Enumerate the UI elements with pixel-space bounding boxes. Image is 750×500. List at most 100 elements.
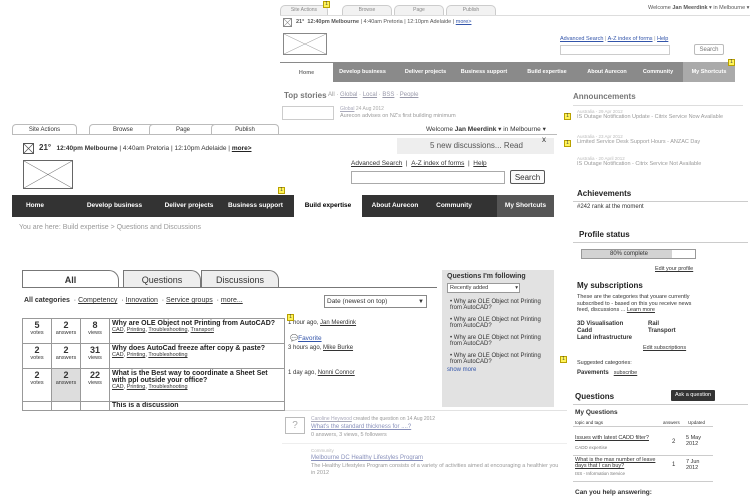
all-categories[interactable]: All categories xyxy=(24,297,70,304)
my-question-row[interactable]: Issues with latest CADD filter? CADD exp… xyxy=(573,435,713,455)
category-competency[interactable]: Competency xyxy=(78,297,117,304)
question-title[interactable]: Why are OLE Object not Printing from Aut… xyxy=(112,320,275,327)
subscribe-link[interactable]: subscribe xyxy=(614,370,638,376)
bg-filter-bss[interactable]: BSS xyxy=(382,92,394,98)
tag-link[interactable]: CAD xyxy=(112,384,124,390)
following-item[interactable]: • Why are OLE Object not Printing from A… xyxy=(447,353,549,365)
bg-tab-browse[interactable]: Browse xyxy=(342,5,392,15)
following-item[interactable]: • Why are OLE Object not Printing from A… xyxy=(447,299,549,311)
subscription-item[interactable]: Land infrastructure xyxy=(577,335,632,342)
can-help-title: Can you help answering: xyxy=(575,489,652,496)
bg-az-link[interactable]: A-Z index of forms xyxy=(608,36,653,42)
bg-tab-page[interactable]: Page xyxy=(394,5,444,15)
edit-profile-link[interactable]: Edit your profile xyxy=(655,266,693,272)
search-input[interactable] xyxy=(351,171,505,184)
learn-more-link[interactable]: Learn more xyxy=(627,307,655,313)
show-more-link[interactable]: show more xyxy=(447,367,549,372)
bg-tab-publish[interactable]: Publish xyxy=(446,5,496,15)
search-button[interactable]: Search xyxy=(510,170,545,184)
my-question-title[interactable]: Issues with latest CADD filter? xyxy=(575,435,660,441)
welcome-user[interactable]: Welcome Jan Meerdink ▾ in Melbourne ▾ xyxy=(426,125,546,133)
bg-nav-expertise[interactable]: Build expertise xyxy=(518,62,576,82)
table-row[interactable]: 5 votes 2 answers 8 views Why are OLE Objec… xyxy=(22,318,399,344)
tag-link[interactable]: Transport xyxy=(191,327,214,333)
tag-link[interactable]: Printing xyxy=(127,384,146,390)
tag-link[interactable]: Troubleshooting xyxy=(148,352,187,358)
announcement-item[interactable]: Australia - 20 April 2012 IS Outage Noti… xyxy=(577,156,737,167)
subscription-item[interactable]: Rail xyxy=(648,321,676,328)
nav-deliver-projects[interactable]: Deliver projects xyxy=(159,195,219,217)
tab-questions[interactable]: Questions xyxy=(123,270,201,288)
announcement-item[interactable]: Australia - 29 Apr 2012 IS Outage Notifi… xyxy=(577,109,737,120)
table-row[interactable]: 2 votes 2 answers 31 views Why does AutoCad… xyxy=(22,343,399,369)
more-link[interactable]: more> xyxy=(232,145,252,152)
nav-community[interactable]: Community xyxy=(428,195,480,217)
subscription-item[interactable]: 3D Visualisation xyxy=(577,321,632,328)
bg-filter-global[interactable]: Global xyxy=(340,92,357,98)
bg-more-link[interactable]: more> xyxy=(456,19,472,25)
tag-link[interactable]: CAD xyxy=(112,327,124,333)
bg-help-link[interactable]: Help xyxy=(657,36,668,42)
following-item[interactable]: • Why are OLE Object not Printing from A… xyxy=(447,317,549,329)
bg-tab-site-actions[interactable]: Site Actions xyxy=(280,5,328,15)
favorite-button[interactable]: 💬Favorite xyxy=(290,334,322,342)
tag-link[interactable]: Printing xyxy=(127,352,146,358)
my-question-title[interactable]: What is the max number of leave days tha… xyxy=(575,457,660,469)
advanced-search-link[interactable]: Advanced Search xyxy=(351,160,402,167)
table-row[interactable]: This is a discussion xyxy=(22,401,399,411)
question-title[interactable]: What is the Best way to coordinate a She… xyxy=(112,370,268,384)
nav-about-aurecon[interactable]: About Aurecon xyxy=(365,195,425,217)
close-icon[interactable]: x xyxy=(542,135,546,144)
ask-question-button[interactable]: Ask a question xyxy=(671,390,716,401)
nav-build-expertise[interactable]: Build expertise xyxy=(294,194,362,218)
announcement-item[interactable]: Australia - 23 Apr 2012 Limited Service … xyxy=(577,134,737,145)
table-row[interactable]: 2 votes 2 answers 22 views What is the Best… xyxy=(22,368,399,402)
bg-nav-about[interactable]: About Aurecon xyxy=(580,62,634,82)
bg-nav-support[interactable]: Business support xyxy=(455,62,513,82)
bg-filter-local[interactable]: Local xyxy=(363,92,377,98)
tab-all[interactable]: All xyxy=(22,270,119,288)
bg-search-input[interactable] xyxy=(560,45,670,55)
nav-my-shortcuts[interactable]: My Shortcuts xyxy=(497,195,554,217)
following-item[interactable]: • Why are OLE Object not Printing from A… xyxy=(447,335,549,347)
discussions-banner[interactable]: 5 new discussions... Read xyxy=(397,138,554,154)
bg-nav-community[interactable]: Community xyxy=(635,62,681,82)
help-link[interactable]: Help xyxy=(473,160,486,167)
feed-user-link[interactable]: Caroline Heywood xyxy=(311,416,352,422)
subscription-item[interactable]: Cadd xyxy=(577,328,632,335)
az-index-link[interactable]: A-Z index of forms xyxy=(411,160,464,167)
edit-subscriptions-link[interactable]: Edit subscriptions xyxy=(643,345,686,351)
subscription-item[interactable]: Transport xyxy=(648,328,676,335)
nav-business-support[interactable]: Business support xyxy=(223,195,288,217)
author-link[interactable]: Mike Burke xyxy=(323,345,353,351)
category-more[interactable]: more... xyxy=(221,297,243,304)
bg-search-button[interactable]: Search xyxy=(694,44,724,55)
tag-link[interactable]: Printing xyxy=(127,327,146,333)
feed-item-title[interactable]: Melbourne DC Healthy Lifestyles Program xyxy=(311,455,423,461)
category-service-groups[interactable]: Service groups xyxy=(166,297,213,304)
following-filter-select[interactable]: Recently added ▾ xyxy=(447,283,520,293)
author-link[interactable]: Nonni Connor xyxy=(318,370,355,376)
main-nav: Home Develop business Deliver projects B… xyxy=(12,194,554,218)
tag-link[interactable]: CAD xyxy=(112,352,124,358)
tag-link[interactable]: Troubleshooting xyxy=(148,384,187,390)
tab-discussions[interactable]: Discussions xyxy=(201,270,279,288)
question-title[interactable]: This is a discussion xyxy=(112,403,179,410)
my-question-answers: 2 xyxy=(672,439,676,445)
feed-item-title[interactable]: What's the standard thickness for ....? xyxy=(311,424,411,430)
nav-develop-business[interactable]: Develop business xyxy=(77,195,152,217)
category-innovation[interactable]: Innovation xyxy=(126,297,158,304)
bg-story-headline[interactable]: Aurecon advises on NZ's first building m… xyxy=(340,113,456,119)
tag-link[interactable]: Troubleshooting xyxy=(148,327,187,333)
nav-home[interactable]: Home xyxy=(12,195,58,217)
bg-nav-deliver[interactable]: Deliver projects xyxy=(398,62,453,82)
bg-filter-people[interactable]: People xyxy=(400,92,419,98)
bg-story-tag[interactable]: Global xyxy=(340,106,354,112)
bg-nav-develop[interactable]: Develop business xyxy=(335,62,390,82)
sort-select[interactable]: Date (newest on top) ▼ xyxy=(324,295,427,308)
question-title[interactable]: Why does AutoCad freeze after copy & pas… xyxy=(112,345,265,352)
author-link[interactable]: Jan Meerdink xyxy=(320,320,356,326)
my-question-row[interactable]: What is the max number of leave days tha… xyxy=(573,457,713,481)
bg-nav-home[interactable]: Home xyxy=(280,63,333,82)
bg-advanced-search-link[interactable]: Advanced Search xyxy=(560,36,603,42)
